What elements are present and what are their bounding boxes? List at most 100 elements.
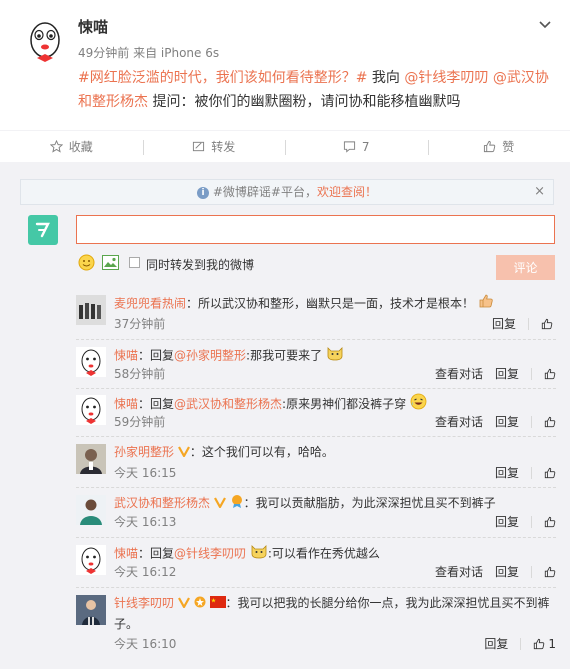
close-icon[interactable]: × — [534, 180, 545, 204]
comment-username[interactable]: 悚喵 — [114, 547, 138, 561]
comment-time: 59分钟前 — [114, 415, 166, 429]
author-avatar[interactable] — [20, 16, 70, 66]
photo-avatar-icon — [76, 595, 106, 625]
thumb-up-icon — [484, 140, 496, 153]
weibo-post: 悚喵 49分钟前 来自 iPhone 6s #网红脸泛滥的时代，我们该如何看待整… — [0, 0, 570, 130]
comment-like-button[interactable] — [544, 566, 556, 578]
photo-avatar-icon — [76, 495, 106, 525]
comment-username[interactable]: 悚喵 — [114, 397, 138, 411]
comment-divider — [76, 537, 556, 538]
reply-button[interactable]: 回复 — [492, 315, 516, 332]
divider — [531, 515, 532, 528]
comment-time: 今天 16:12 — [114, 565, 177, 579]
comment-like-button[interactable] — [544, 368, 556, 380]
reply-prefix: ：回复 — [138, 397, 175, 411]
comment-ops: 回复 — [483, 513, 556, 530]
commenter-avatar[interactable] — [76, 545, 106, 575]
thumb-up-icon — [544, 416, 556, 427]
commenter-avatar[interactable] — [76, 495, 106, 525]
repost-label: 转发 — [211, 140, 236, 154]
commenter-avatar[interactable] — [76, 595, 106, 625]
verified-v-icon — [213, 494, 226, 514]
comment-like-button[interactable] — [541, 318, 556, 330]
notice-topic[interactable]: #微博辟谣# — [213, 185, 281, 199]
comment-username[interactable]: 武汉协和整形杨杰 — [114, 496, 210, 510]
reply-button[interactable]: 回复 — [495, 413, 519, 430]
verified-v-icon — [177, 443, 190, 463]
cartoon-face-avatar-icon — [20, 16, 70, 66]
image-icon[interactable] — [102, 255, 119, 270]
thumb-up-emoji-icon — [478, 293, 494, 315]
thumb-up-icon — [544, 566, 556, 577]
comment-like-button[interactable] — [544, 416, 556, 428]
cartoon-face-avatar-icon — [76, 347, 106, 377]
favorite-button[interactable]: 收藏 — [0, 131, 143, 162]
post-text-mid: 我向 — [367, 70, 405, 86]
comment-count: 7 — [361, 139, 370, 154]
like-label: 赞 — [502, 140, 515, 154]
comment-ops: 查看对话 回复 — [423, 365, 556, 382]
notice-link[interactable]: 欢迎查阅！ — [317, 185, 377, 199]
comment-username[interactable]: 悚喵 — [114, 349, 138, 363]
comment-time: 今天 16:15 — [114, 466, 177, 480]
comment-text: 针线李叨叨 ：我可以把我的长腿分给你一点，我为此深深担忧且买不到裤子。 — [114, 593, 554, 634]
view-conversation-button[interactable]: 查看对话 — [435, 413, 483, 430]
view-conversation-button[interactable]: 查看对话 — [435, 563, 483, 580]
reply-button[interactable]: 回复 — [495, 464, 519, 481]
comment-ops: 回复 — [480, 315, 556, 332]
commenter-avatar[interactable] — [76, 295, 106, 325]
chevron-down-icon[interactable] — [538, 18, 552, 32]
comment-text: 悚喵：回复@孙家明整形:那我可要来了 — [114, 345, 554, 367]
commenter-avatar[interactable] — [76, 395, 106, 425]
mention-link[interactable]: @针线李叨叨 — [404, 70, 488, 86]
comment-time: 37分钟前 — [114, 317, 166, 331]
reply-button[interactable]: 回复 — [484, 635, 508, 652]
comment-ops: 回复 — [483, 464, 556, 481]
mention-link[interactable]: @针线李叨叨 — [174, 547, 246, 561]
comment-text: 武汉协和整形杨杰 ：我可以贡献脂肪，为此深深担忧且买不到裤子 — [114, 493, 554, 514]
comment-button[interactable]: 7 — [285, 131, 428, 162]
mention-link[interactable]: @孙家明整形 — [174, 349, 246, 363]
comment-like-button[interactable]: 1 — [533, 637, 556, 651]
reply-button[interactable]: 回复 — [495, 365, 519, 382]
repost-button[interactable]: 转发 — [142, 131, 286, 162]
like-button[interactable]: 赞 — [427, 131, 570, 162]
thumb-up-icon — [544, 368, 556, 379]
comment-ops: 回复 1 — [472, 635, 556, 652]
comment-divider — [76, 339, 556, 340]
comment-like-button[interactable] — [544, 516, 556, 528]
view-conversation-button[interactable]: 查看对话 — [435, 365, 483, 382]
thumb-up-icon — [544, 467, 556, 478]
comment-content: :原来男神们都没裤子穿 — [282, 397, 407, 411]
my-avatar[interactable] — [28, 215, 58, 245]
comment-content: ：这个我们可以有，哈哈。 — [189, 445, 334, 459]
comment-submit-button[interactable]: 评论 — [496, 255, 555, 280]
emoji-icon[interactable] — [78, 254, 95, 271]
cat-emoji-icon — [326, 345, 344, 367]
medal-icon — [230, 494, 244, 514]
commenter-avatar[interactable] — [76, 444, 106, 474]
comment-content: :那我可要来了 — [246, 348, 323, 363]
comment-username[interactable]: 孙家明整形 — [114, 445, 174, 459]
post-text: #网红脸泛滥的时代，我们该如何看待整形？# 我向 @针线李叨叨 @武汉协和整形杨… — [78, 66, 556, 114]
comment-divider — [76, 436, 556, 437]
comment-ops: 查看对话 回复 — [423, 563, 556, 580]
comment-input[interactable] — [76, 215, 555, 244]
comment-divider — [76, 388, 556, 389]
commenter-avatar[interactable] — [76, 347, 106, 377]
thumb-up-icon — [534, 638, 545, 649]
author-name[interactable]: 悚喵 — [78, 16, 108, 37]
comment-username[interactable]: 针线李叨叨 — [114, 596, 174, 610]
reply-button[interactable]: 回复 — [495, 513, 519, 530]
also-forward-checkbox[interactable] — [129, 257, 140, 268]
comment-username[interactable]: 麦兜兜看热闹 — [114, 297, 186, 311]
comment-content: ：我可以贡献脂肪，为此深深担忧且买不到裤子 — [243, 496, 496, 510]
reply-button[interactable]: 回复 — [495, 563, 519, 580]
favorite-label: 收藏 — [68, 140, 93, 154]
topic-link[interactable]: #网红脸泛滥的时代，我们该如何看待整形？# — [78, 70, 367, 86]
also-forward-label: 同时转发到我的微博 — [146, 258, 255, 272]
mention-link[interactable]: @武汉协和整形杨杰 — [174, 397, 282, 411]
post-text-end: 提问：被你们的幽默圈粉，请问协和能移植幽默吗 — [148, 94, 461, 110]
info-icon: i — [197, 186, 209, 199]
comment-like-button[interactable] — [544, 467, 556, 479]
